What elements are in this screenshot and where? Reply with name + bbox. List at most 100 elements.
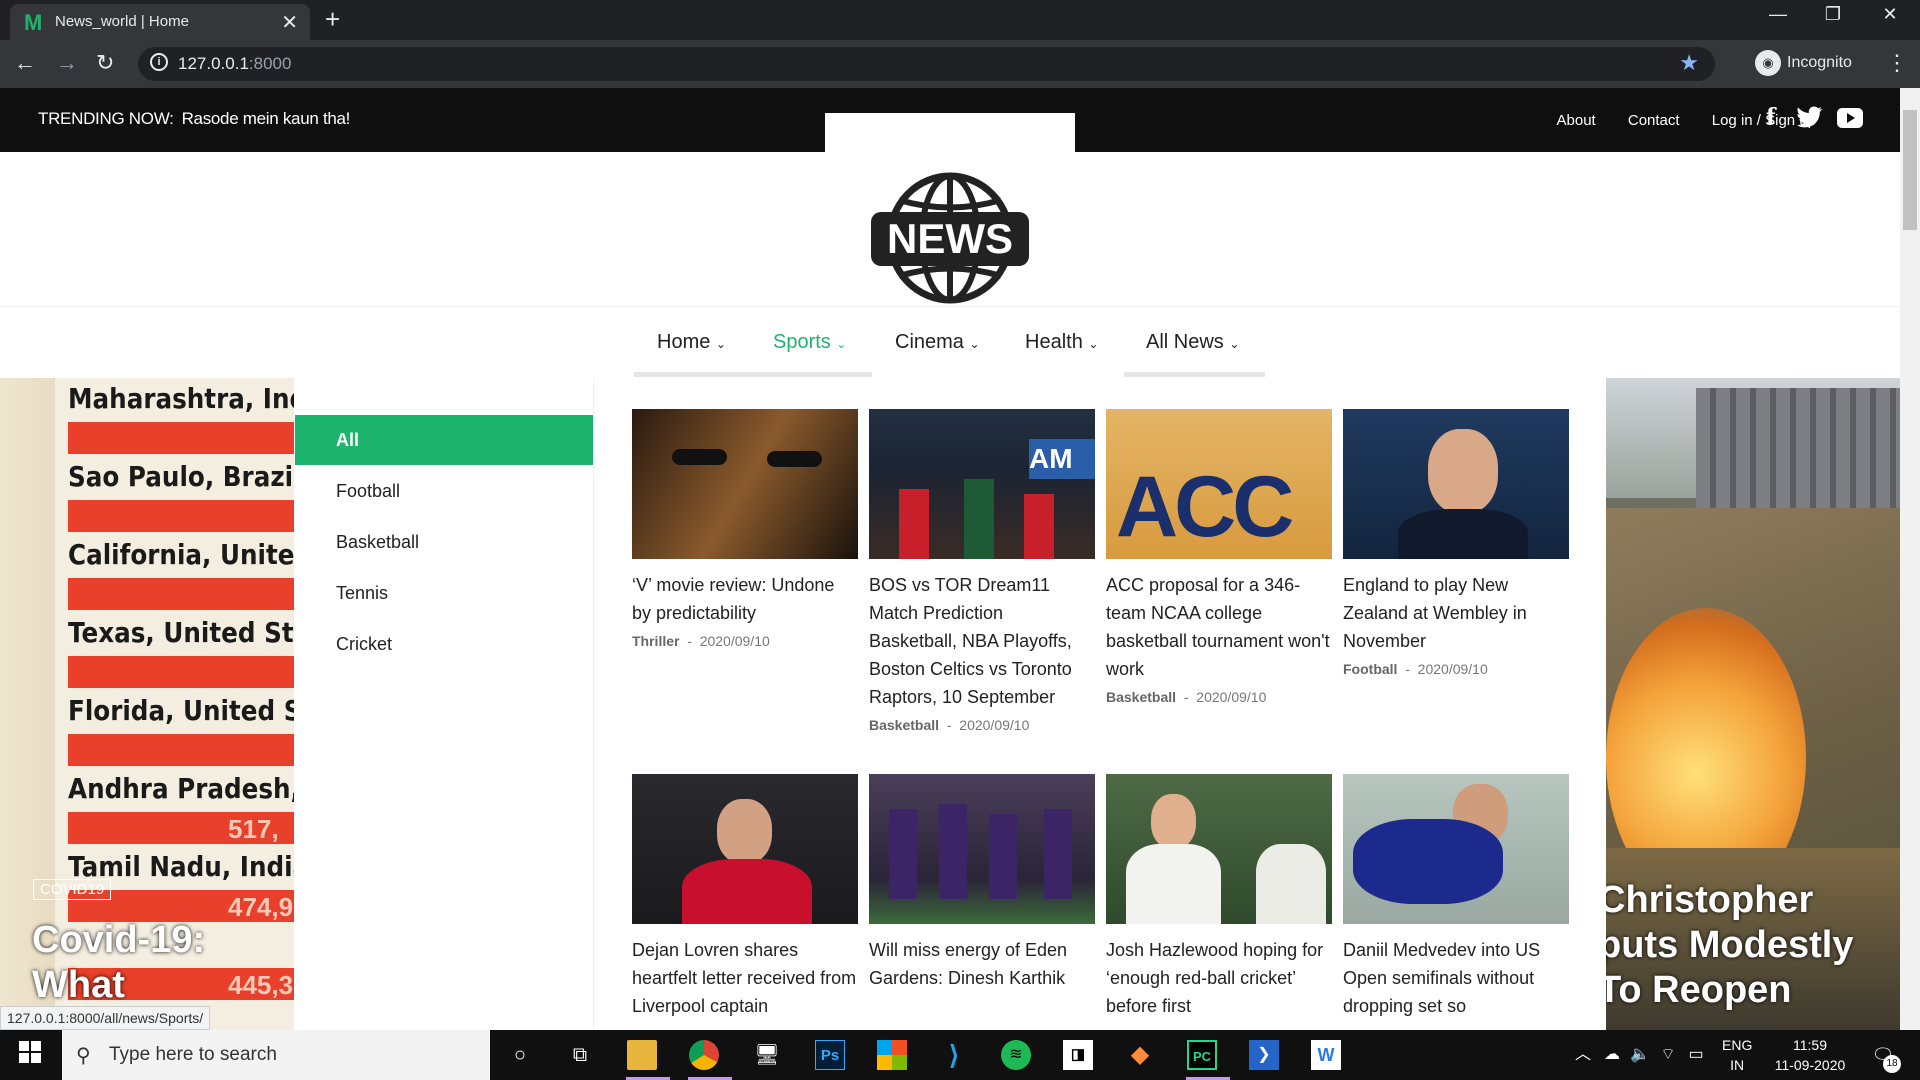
news-category[interactable]: Thriller xyxy=(632,633,679,649)
news-thumbnail[interactable] xyxy=(1106,774,1332,924)
volume-icon[interactable]: 🔈 xyxy=(1625,1040,1655,1070)
sports-dropdown-panel: All Football Basketball Tennis Cricket ‘… xyxy=(294,378,1606,1030)
news-title[interactable]: ‘V’ movie review: Undone by predictabili… xyxy=(632,571,858,627)
covid-chart-label: Andhra Pradesh, In xyxy=(68,772,294,805)
site-favicon-icon: M xyxy=(24,10,43,35)
left-feature-image[interactable]: Maharashtra, India Sao Paulo, Brazil Calif… xyxy=(0,378,294,1030)
news-thumbnail[interactable] xyxy=(632,409,858,559)
back-icon[interactable]: ← xyxy=(14,50,36,76)
chrome-icon[interactable] xyxy=(689,1040,719,1070)
right-feature-image[interactable]: Christopher puts Modestly To Reopen xyxy=(1606,378,1900,1030)
wps-writer-icon[interactable]: W xyxy=(1311,1040,1341,1070)
battery-icon[interactable]: ▭ xyxy=(1681,1040,1711,1070)
browser-menu-icon[interactable]: ⋮ xyxy=(1886,50,1908,76)
scrollbar-thumb[interactable] xyxy=(1903,110,1917,230)
news-thumbnail[interactable] xyxy=(1343,774,1569,924)
news-title[interactable]: England to play New Zealand at Wembley i… xyxy=(1343,571,1569,655)
news-card[interactable]: Daniil Medvedev into US Open semifinals … xyxy=(1343,774,1569,1020)
news-title[interactable]: Dejan Lovren shares heartfelt letter rec… xyxy=(632,936,858,1020)
right-feature-title[interactable]: Christopher puts Modestly To Reopen xyxy=(1606,878,1853,1013)
news-title[interactable]: ACC proposal for a 346-team NCAA college… xyxy=(1106,571,1332,683)
news-title[interactable]: Will miss energy of Eden Gardens: Dinesh… xyxy=(869,936,1095,992)
language-indicator[interactable]: ENG IN xyxy=(1722,1035,1752,1075)
link-status-bubble: 127.0.0.1:8000/all/news/Sports/ xyxy=(0,1006,211,1030)
news-card[interactable]: Dejan Lovren shares heartfelt letter rec… xyxy=(632,774,858,1020)
reload-icon[interactable]: ↻ xyxy=(96,50,114,76)
wifi-icon[interactable]: ⌔ xyxy=(1653,1040,1683,1070)
twitter-icon[interactable] xyxy=(1797,106,1823,134)
nav-home[interactable]: Home ⌄ xyxy=(657,331,726,354)
search-icon: ⚲ xyxy=(76,1045,91,1067)
site-logo[interactable]: NEWS xyxy=(869,170,1031,306)
chat-app-icon[interactable]: ◆ xyxy=(1125,1040,1155,1070)
contact-link[interactable]: Contact xyxy=(1628,112,1680,129)
news-card[interactable]: Will miss energy of Eden Gardens: Dinesh… xyxy=(869,774,1095,992)
powershell-icon[interactable]: ❯ xyxy=(1249,1040,1279,1070)
restore-icon[interactable]: ❐ xyxy=(1813,4,1853,25)
show-hidden-icons-icon[interactable]: ︿ xyxy=(1568,1040,1598,1070)
close-tab-icon[interactable]: ✕ xyxy=(281,10,298,35)
windows-taskbar: ⚲ Type here to search ○ ⧉ 🖥 Ps ⟩ ≋ ◨ ◆ P… xyxy=(0,1030,1920,1080)
task-view-icon[interactable]: ⧉ xyxy=(565,1040,595,1070)
subcategory-cricket[interactable]: Cricket xyxy=(336,634,392,655)
news-card[interactable]: England to play New Zealand at Wembley i… xyxy=(1343,409,1569,677)
news-title[interactable]: Daniil Medvedev into US Open semifinals … xyxy=(1343,936,1569,1020)
browser-tab[interactable]: M News_world | Home ✕ xyxy=(10,4,310,40)
close-window-icon[interactable]: ✕ xyxy=(1870,4,1910,25)
news-card[interactable]: Josh Hazlewood hoping for ‘enough red-ba… xyxy=(1106,774,1332,1020)
site-info-icon[interactable]: i xyxy=(150,53,168,71)
about-link[interactable]: About xyxy=(1557,112,1596,129)
news-thumbnail[interactable]: AM xyxy=(869,409,1095,559)
feature-tag[interactable]: COVID19 xyxy=(33,879,112,900)
news-card[interactable]: AM BOS vs TOR Dream11 Match Prediction B… xyxy=(869,409,1095,733)
taskbar-search-box[interactable]: ⚲ Type here to search xyxy=(62,1030,490,1080)
incognito-indicator[interactable]: ◉ Incognito xyxy=(1755,50,1852,76)
youtube-icon[interactable] xyxy=(1837,108,1863,134)
nav-health[interactable]: Health ⌄ xyxy=(1025,331,1098,354)
desktop-app-icon[interactable]: 🖥 xyxy=(752,1040,782,1070)
bookmark-star-icon[interactable]: ★ xyxy=(1679,50,1699,76)
news-title[interactable]: Josh Hazlewood hoping for ‘enough red-ba… xyxy=(1106,936,1332,1020)
news-category[interactable]: Basketball xyxy=(1106,689,1176,705)
news-thumbnail[interactable] xyxy=(632,774,858,924)
microsoft-store-icon[interactable] xyxy=(877,1040,907,1070)
trending-text[interactable]: Rasode mein kaun tha! xyxy=(182,109,351,128)
news-title[interactable]: BOS vs TOR Dream11 Match Prediction Bask… xyxy=(869,571,1095,711)
news-date: 2020/09/10 xyxy=(1196,689,1267,705)
nav-cinema[interactable]: Cinema ⌄ xyxy=(895,331,980,354)
news-thumbnail[interactable] xyxy=(1343,409,1569,559)
facebook-icon[interactable]: f xyxy=(1766,104,1775,130)
subcategory-football[interactable]: Football xyxy=(336,481,400,502)
news-meta: Basketball - 2020/09/10 xyxy=(869,717,1030,733)
windows-start-icon[interactable] xyxy=(15,1040,45,1070)
clock[interactable]: 11:59 11-09-2020 xyxy=(1770,1035,1850,1075)
news-category[interactable]: Basketball xyxy=(869,717,939,733)
cortana-icon[interactable]: ○ xyxy=(505,1040,535,1070)
subcategory-basketball[interactable]: Basketball xyxy=(336,532,419,553)
news-card[interactable]: ‘V’ movie review: Undone by predictabili… xyxy=(632,409,858,649)
news-thumbnail[interactable]: ACC xyxy=(1106,409,1332,559)
address-bar[interactable]: i 127.0.0.1:8000 ★ xyxy=(138,47,1715,81)
news-category[interactable]: Football xyxy=(1343,661,1397,677)
news-thumbnail[interactable] xyxy=(869,774,1095,924)
logo-text: NEWS xyxy=(887,215,1013,262)
dolby-icon[interactable]: ◨ xyxy=(1063,1040,1093,1070)
subcategory-tennis[interactable]: Tennis xyxy=(336,583,388,604)
minimize-icon[interactable]: — xyxy=(1758,4,1798,25)
news-card[interactable]: ACC ACC proposal for a 346-team NCAA col… xyxy=(1106,409,1332,705)
nav-underline xyxy=(1124,372,1265,377)
incognito-icon: ◉ xyxy=(1755,50,1781,76)
nav-all-news[interactable]: All News ⌄ xyxy=(1146,331,1239,354)
trending-label: TRENDING NOW: xyxy=(38,109,174,128)
file-explorer-icon[interactable] xyxy=(627,1040,657,1070)
pycharm-icon[interactable]: PC xyxy=(1187,1040,1217,1070)
news-date: 2020/09/10 xyxy=(699,633,770,649)
photoshop-icon[interactable]: Ps xyxy=(815,1040,845,1070)
spotify-icon[interactable]: ≋ xyxy=(1001,1040,1031,1070)
forward-icon[interactable]: → xyxy=(56,50,78,76)
onedrive-icon[interactable]: ☁ xyxy=(1597,1040,1627,1070)
vscode-icon[interactable]: ⟩ xyxy=(939,1040,969,1070)
subcategory-all[interactable]: All xyxy=(336,430,359,451)
new-tab-button[interactable]: + xyxy=(325,4,340,35)
nav-sports[interactable]: Sports ⌄ xyxy=(773,331,846,354)
